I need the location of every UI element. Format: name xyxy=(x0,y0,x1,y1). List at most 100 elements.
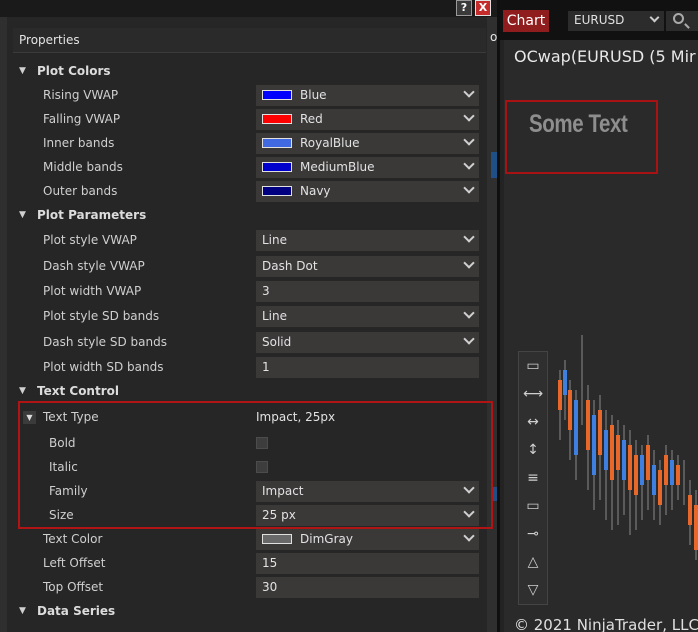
dialog-left-edge xyxy=(0,17,7,632)
select-value: 25 px xyxy=(262,508,296,522)
property-plot-width-vwap: Plot width VWAP 3 xyxy=(13,280,486,304)
category-plot-parameters[interactable]: ▼ Plot Parameters xyxy=(13,204,486,228)
properties-header: Properties xyxy=(13,28,486,53)
chevron-down-icon[interactable] xyxy=(463,134,475,146)
color-select[interactable]: DimGray xyxy=(256,529,479,550)
property-text-type: ▼ Text Type Impact, 25px xyxy=(13,406,486,430)
chevron-down-icon[interactable] xyxy=(463,482,475,494)
plot-width-input[interactable]: 3 xyxy=(256,281,479,302)
color-swatch xyxy=(262,186,292,196)
pin-icon[interactable]: ⊸ xyxy=(519,520,547,548)
color-select[interactable]: RoyalBlue xyxy=(256,133,479,154)
category-data-series[interactable]: ▼ Data Series xyxy=(13,600,486,624)
chevron-down-icon[interactable] xyxy=(463,158,475,170)
rectangle-icon[interactable]: ▭ xyxy=(519,492,547,520)
input-value: 30 xyxy=(262,580,278,594)
property-label: Text Color xyxy=(43,532,103,546)
select-value: Dash Dot xyxy=(262,259,318,273)
property-text-color: Text Color DimGray xyxy=(13,528,486,552)
property-label: Dash style SD bands xyxy=(43,335,167,349)
property-bold: Bold xyxy=(13,432,486,456)
font-size-select[interactable]: 25 px xyxy=(256,505,479,526)
instrument-search-button[interactable] xyxy=(666,11,698,31)
drawing-tools-toolbar: ▭ ⟷ ↔ ↕ ≡ ▭ ⊸ △ ▽ xyxy=(518,351,548,605)
instrument-select[interactable]: EURUSD xyxy=(568,11,664,31)
property-label: Italic xyxy=(49,460,78,474)
copyright-text: © 2021 NinjaTrader, LLC xyxy=(514,616,698,632)
input-value: 15 xyxy=(262,556,278,570)
select-value: Line xyxy=(262,233,288,247)
property-falling-vwap: Falling VWAP Red xyxy=(13,108,486,132)
chevron-down-icon[interactable] xyxy=(463,530,475,542)
vertical-arrow-icon[interactable]: ↕ xyxy=(519,436,547,464)
property-left-offset: Left Offset 15 xyxy=(13,552,486,576)
chevron-down-icon[interactable] xyxy=(463,307,475,319)
property-label: Plot width VWAP xyxy=(43,284,142,298)
select-value: RoyalBlue xyxy=(300,136,360,150)
category-label: Plot Colors xyxy=(37,64,111,78)
color-swatch xyxy=(262,162,292,172)
triangle-down-icon: ▼ xyxy=(19,210,26,220)
triangle-down-icon: ▼ xyxy=(19,386,26,396)
price-candles xyxy=(558,335,698,560)
top-offset-input[interactable]: 30 xyxy=(256,577,479,598)
properties-dialog: ? X o Properties ▼ Plot Colors Rising VW… xyxy=(0,0,497,632)
scroll-up-icon[interactable]: △ xyxy=(519,548,547,576)
dialog-right-edge xyxy=(487,17,497,632)
select-value: Solid xyxy=(262,335,292,349)
chevron-down-icon[interactable] xyxy=(463,182,475,194)
dialog-titlebar: ? X xyxy=(0,0,497,17)
bold-checkbox[interactable] xyxy=(256,437,268,449)
property-plot-style-vwap: Plot style VWAP Line xyxy=(13,229,486,253)
color-select[interactable]: Blue xyxy=(256,85,479,106)
chevron-down-icon[interactable] xyxy=(463,110,475,122)
select-value: Impact xyxy=(262,484,304,498)
text-type-value: Impact, 25px xyxy=(256,410,336,424)
select-value: Line xyxy=(262,309,288,323)
chevron-down-icon[interactable] xyxy=(649,12,660,23)
property-dash-style-vwap: Dash style VWAP Dash Dot xyxy=(13,255,486,279)
property-label: Bold xyxy=(49,436,76,450)
chevron-down-icon[interactable] xyxy=(463,333,475,345)
italic-checkbox[interactable] xyxy=(256,461,268,473)
color-swatch xyxy=(262,138,292,148)
chevron-down-icon[interactable] xyxy=(463,86,475,98)
input-value: 1 xyxy=(262,360,270,374)
chevron-down-icon[interactable] xyxy=(463,506,475,518)
color-select[interactable]: MediumBlue xyxy=(256,157,479,178)
chevron-down-icon[interactable] xyxy=(463,231,475,243)
search-icon xyxy=(673,13,684,24)
plot-width-input[interactable]: 1 xyxy=(256,357,479,378)
color-select[interactable]: Red xyxy=(256,109,479,130)
property-plot-width-sd: Plot width SD bands 1 xyxy=(13,356,486,380)
chevron-down-icon[interactable] xyxy=(463,257,475,269)
property-label: Left Offset xyxy=(43,556,106,570)
chart-tab[interactable]: Chart xyxy=(503,10,549,32)
ruler-icon[interactable]: ▭ xyxy=(519,352,547,380)
category-plot-colors[interactable]: ▼ Plot Colors xyxy=(13,60,486,84)
font-family-select[interactable]: Impact xyxy=(256,481,479,502)
select-value: Red xyxy=(300,112,323,126)
lines-icon[interactable]: ≡ xyxy=(519,464,547,492)
dash-style-select[interactable]: Dash Dot xyxy=(256,256,479,277)
category-label: Text Control xyxy=(37,384,119,398)
select-value: Blue xyxy=(300,88,327,102)
help-button[interactable]: ? xyxy=(456,0,472,16)
scroll-down-icon[interactable]: ▽ xyxy=(519,576,547,604)
input-value: 3 xyxy=(262,284,270,298)
line-icon[interactable]: ⟷ xyxy=(519,380,547,408)
color-select[interactable]: Navy xyxy=(256,181,479,202)
triangle-down-icon: ▼ xyxy=(19,606,26,616)
property-label: Family xyxy=(49,484,88,498)
instrument-value: EURUSD xyxy=(574,13,625,27)
plot-style-select[interactable]: Line xyxy=(256,306,479,327)
left-offset-input[interactable]: 15 xyxy=(256,553,479,574)
dash-style-select[interactable]: Solid xyxy=(256,332,479,353)
color-swatch xyxy=(262,90,292,100)
plot-style-select[interactable]: Line xyxy=(256,230,479,251)
close-button[interactable]: X xyxy=(475,0,491,16)
horizontal-arrow-icon[interactable]: ↔ xyxy=(519,408,547,436)
category-text-control[interactable]: ▼ Text Control xyxy=(13,380,486,404)
property-label: Inner bands xyxy=(43,136,115,150)
expand-icon[interactable]: ▼ xyxy=(23,411,36,424)
